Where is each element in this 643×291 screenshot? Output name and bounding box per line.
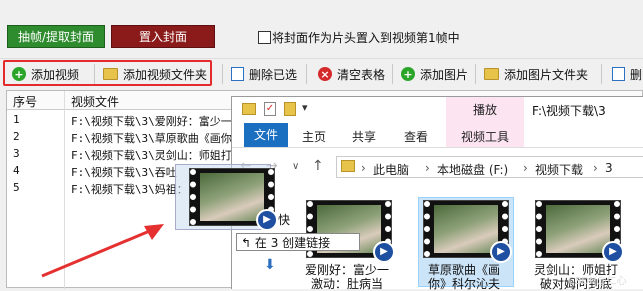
row-index: 1 (13, 113, 20, 126)
folder-icon (341, 160, 355, 172)
tab-share[interactable]: 共享 (352, 128, 376, 145)
video-badge-icon: ▶ (602, 241, 624, 263)
chevron-down-icon[interactable]: ∨ (292, 161, 299, 172)
row-index: 5 (13, 181, 20, 194)
file-caption[interactable]: 草原歌曲《画 你》科尔沁夫 (421, 263, 507, 291)
cover-as-intro-checkbox[interactable] (258, 31, 271, 44)
clear-table-label: 清空表格 (337, 67, 386, 82)
delete-selected-label: 删除已选 (249, 67, 298, 82)
annotation-arrow (41, 224, 164, 278)
up-arrow-icon[interactable]: ↑ (312, 158, 324, 174)
video-badge-icon: ▶ (373, 241, 395, 263)
row-path: F:\视频下载\3\草原歌曲《画你 (71, 132, 232, 145)
create-link-tooltip: ↰ 在 3 创建链接 (236, 233, 360, 251)
thumbnail-image (434, 205, 498, 253)
tab-home[interactable]: 主页 (302, 128, 326, 145)
document-icon (612, 67, 625, 81)
toolbar-divider (306, 64, 307, 84)
table-row[interactable]: 1 F:\视频下载\3\爱刚好：富少一 (7, 112, 237, 129)
row-index: 3 (13, 147, 20, 160)
folder-icon (484, 68, 499, 80)
watermark: CSDN@仁心 (568, 276, 627, 287)
add-image-folder-label: 添加图片文件夹 (504, 67, 589, 82)
table-row[interactable]: 3 F:\视频下载\3\灵剑山：师姐打 (7, 146, 237, 163)
explorer-title-bar: ✓ ▾ F:\视频下载\3 (232, 97, 643, 123)
quick-access-label[interactable]: 快 (278, 211, 290, 228)
ribbon-tabs: 播放 文件 主页 共享 查看 视频工具 (232, 97, 643, 148)
close-icon: × (318, 67, 332, 81)
thumbnail-image (546, 205, 610, 253)
cover-as-intro-label: 将封面作为片头置入到视频第1帧中 (272, 31, 460, 45)
toolbar-divider (475, 64, 476, 84)
video-thumbnail[interactable]: ▶ (423, 200, 512, 263)
breadcrumb-this-pc[interactable]: 此电脑 (373, 161, 409, 178)
address-bar-row: ← → ∨ ↑ › 此电脑 › 本地磁盘 (F:) › 视频下载 › 3 (232, 153, 643, 181)
download-icon: ⬇ (264, 257, 276, 273)
add-image-button[interactable]: + 添加图片 (401, 65, 468, 83)
row-path: F:\视频下载\3\吞吐 (71, 166, 177, 179)
row-index: 4 (13, 164, 20, 177)
video-thumbnail[interactable]: ▶ (535, 200, 624, 263)
delete-selected-button[interactable]: 删除已选 (231, 65, 297, 83)
add-image-label: 添加图片 (420, 67, 469, 82)
column-header-index[interactable]: 序号 (13, 93, 37, 110)
chevron-right-icon: › (361, 161, 366, 175)
row-index: 2 (13, 130, 20, 143)
drag-ghost: ▶ (175, 164, 278, 231)
row-path: F:\视频下载\3\妈祖： (71, 183, 188, 196)
chevron-right-icon: › (523, 161, 528, 175)
more-toolbar-label: 删 (630, 67, 643, 82)
breadcrumb-video-download[interactable]: 视频下载 (535, 161, 583, 178)
video-badge-icon: ▶ (256, 209, 278, 231)
tab-play[interactable]: 播放 (446, 101, 524, 118)
add-image-folder-button[interactable]: 添加图片文件夹 (484, 65, 588, 83)
tooltip-text: 在 3 创建链接 (254, 236, 331, 250)
tab-view[interactable]: 查看 (404, 128, 428, 145)
chevron-right-icon: › (425, 161, 430, 175)
thumbnail-image (200, 173, 264, 221)
toolbar-divider (392, 64, 393, 84)
extract-cover-button[interactable]: 抽帧/提取封面 (7, 25, 105, 48)
tab-file[interactable]: 文件 (244, 123, 288, 147)
file-explorer-window: ✓ ▾ F:\视频下载\3 播放 文件 主页 共享 查看 视频工具 ← → ∨ … (231, 96, 643, 291)
row-path: F:\视频下载\3\灵剑山：师姐打 (71, 149, 232, 162)
file-caption[interactable]: 爱刚好：富少一 激动：肚病当 (304, 263, 390, 291)
video-badge-icon: ▶ (490, 241, 512, 263)
document-icon (231, 67, 244, 81)
toolbar-divider (601, 64, 602, 84)
plus-icon: + (401, 67, 415, 81)
clear-table-button[interactable]: × 清空表格 (318, 65, 385, 83)
window-title: F:\视频下载\3 (532, 104, 606, 118)
column-header-video-file[interactable]: 视频文件 (71, 93, 119, 110)
new-folder-icon[interactable] (284, 102, 296, 116)
breadcrumb-local-disk[interactable]: 本地磁盘 (F:) (437, 161, 508, 178)
chevron-right-icon: › (593, 161, 598, 175)
breadcrumb-folder-3[interactable]: 3 (605, 161, 613, 175)
tab-video-tools[interactable]: 视频工具 (446, 128, 524, 145)
properties-icon[interactable]: ✓ (264, 102, 276, 116)
highlight-box (3, 60, 212, 86)
quick-access-dropdown-icon[interactable]: ▾ (302, 101, 308, 114)
link-arrow-icon: ↰ (241, 236, 252, 250)
address-bar[interactable]: › 此电脑 › 本地磁盘 (F:) › 视频下载 › 3 (336, 156, 643, 178)
row-path: F:\视频下载\3\爱刚好：富少一 (71, 115, 232, 128)
table-row[interactable]: 2 F:\视频下载\3\草原歌曲《画你 (7, 129, 237, 146)
more-toolbar-button[interactable]: 删 (612, 65, 642, 83)
video-thumbnail: ▶ (189, 168, 278, 231)
place-cover-button[interactable]: 置入封面 (111, 25, 215, 48)
toolbar-divider (222, 64, 223, 84)
folder-icon (242, 103, 256, 115)
